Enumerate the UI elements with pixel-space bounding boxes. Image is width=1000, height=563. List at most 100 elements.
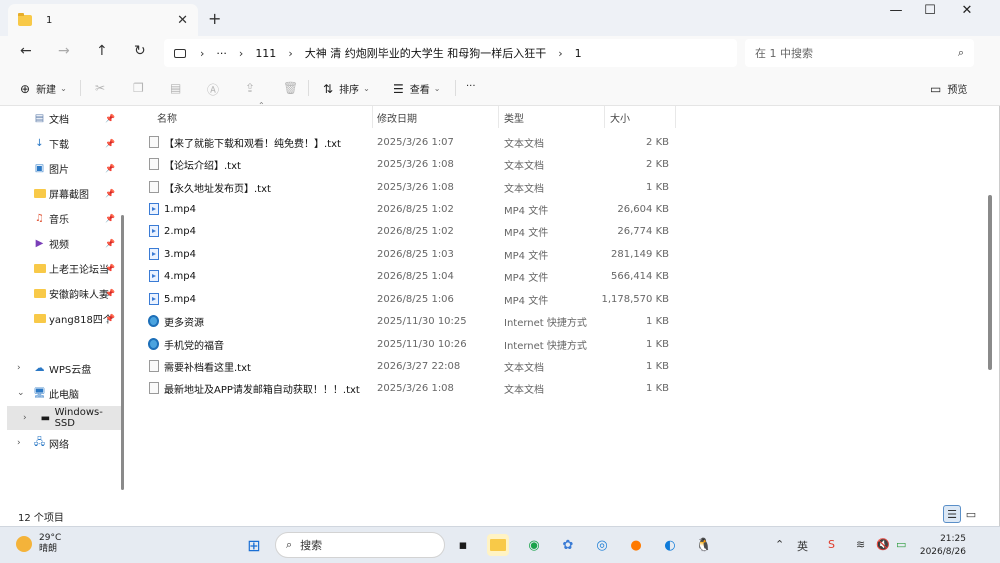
file-row[interactable]: 【来了就能下载和观看！纯免费！】.txt 2025/3/26 1:07 文本文档… xyxy=(131,131,691,153)
file-row[interactable]: 4.mp4 2026/8/25 1:04 MP4 文件 566,414 KB xyxy=(131,265,691,287)
file-row[interactable]: 3.mp4 2026/8/25 1:03 MP4 文件 281,149 KB xyxy=(131,243,691,265)
search-icon: ⌕ xyxy=(286,538,293,551)
ime-indicator-icon[interactable]: 英 xyxy=(797,538,808,554)
column-header-date[interactable]: 修改日期 xyxy=(373,106,499,128)
file-row[interactable]: 更多资源 2025/11/30 10:25 Internet 快捷方式 1 KB xyxy=(131,310,691,332)
trash-icon: 🗑 xyxy=(283,81,299,95)
breadcrumb-item[interactable]: 大神 清 约炮刚毕业的大学生 和母狗一样后入狂干 xyxy=(305,45,547,61)
sidebar-item-wps-cloud[interactable]: › ☁ WPS云盘 xyxy=(7,356,121,380)
paste-button[interactable]: ▤ xyxy=(170,81,187,95)
chevron-down-icon[interactable]: ⌄ xyxy=(17,388,25,398)
task-view-icon[interactable]: ▪ xyxy=(452,534,474,556)
file-explorer-icon[interactable] xyxy=(487,534,509,556)
sidebar-item-label: 此电脑 xyxy=(49,389,79,401)
sort-button[interactable]: ⇅ 排序 ⌄ xyxy=(323,81,370,97)
sidebar-item-folder[interactable]: 安徽韵味人妻 📌 xyxy=(7,281,121,305)
sidebar-item-music[interactable]: ♫ 音乐 📌 xyxy=(7,206,121,230)
wps-tray-icon[interactable]: S xyxy=(828,538,835,551)
share-button[interactable]: ⇪ xyxy=(245,81,261,95)
breadcrumb-item[interactable]: 1 xyxy=(575,47,582,60)
sidebar-item-this-pc[interactable]: ⌄ 🖥 此电脑 xyxy=(7,381,121,405)
new-button[interactable]: ⊕ 新建 ⌄ xyxy=(20,81,67,97)
clock[interactable]: 21:25 2026/8/26 xyxy=(920,533,966,559)
chevron-right-icon[interactable]: › xyxy=(17,438,21,448)
file-date: 2026/3/27 22:08 xyxy=(377,360,461,372)
file-date: 2026/8/25 1:06 xyxy=(377,293,454,305)
column-header-name[interactable]: ⌃ 名称 xyxy=(131,101,373,128)
refresh-icon[interactable]: ↻ xyxy=(134,43,146,59)
file-list-scrollbar[interactable] xyxy=(988,195,992,370)
file-row[interactable]: 2.mp4 2026/8/25 1:02 MP4 文件 26,774 KB xyxy=(131,220,691,242)
address-bar[interactable]: › ··· › 111 › 大神 清 约炮刚毕业的大学生 和母狗一样后入狂干 ›… xyxy=(164,39,737,67)
file-row[interactable]: 5.mp4 2026/8/25 1:06 MP4 文件 1,178,570 KB xyxy=(131,288,691,310)
qq-icon[interactable]: 🐧 xyxy=(693,534,715,556)
search-box[interactable]: 在 1 中搜索 ⌕ xyxy=(745,39,974,67)
preview-pane-button[interactable]: ▭ 预览 xyxy=(930,81,967,97)
view-button[interactable]: ☰ 查看 ⌄ xyxy=(393,81,440,97)
internet-shortcut-icon xyxy=(148,338,159,351)
chevron-right-icon[interactable]: › xyxy=(200,47,204,60)
column-header-size[interactable]: 大小 xyxy=(605,106,676,128)
start-windows-icon[interactable]: ⊞ xyxy=(243,534,265,556)
close-window-button[interactable]: ✕ xyxy=(949,3,985,18)
back-arrow-icon[interactable]: ← xyxy=(20,43,32,59)
sidebar-item-network[interactable]: › 🖧 网络 xyxy=(7,431,121,455)
close-tab-icon[interactable]: ✕ xyxy=(177,13,188,28)
file-row[interactable]: 需要补档看这里.txt 2026/3/27 22:08 文本文档 1 KB xyxy=(131,355,691,377)
wechat-icon[interactable]: ◉ xyxy=(523,534,545,556)
weather-widget[interactable]: 29°C 晴朗 xyxy=(16,533,61,555)
up-arrow-icon[interactable]: ↑ xyxy=(96,43,108,59)
file-row[interactable]: 最新地址及APP请发邮箱自动获取！！！.txt 2025/3/26 1:08 文… xyxy=(131,377,691,399)
file-row[interactable]: 1.mp4 2026/8/25 1:02 MP4 文件 26,604 KB xyxy=(131,198,691,220)
volume-muted-icon[interactable]: 🔇 xyxy=(876,538,890,551)
file-row[interactable]: 【论坛介绍】.txt 2025/3/26 1:08 文本文档 2 KB xyxy=(131,153,691,175)
media-player-icon[interactable]: ● xyxy=(625,534,647,556)
chevron-right-icon[interactable]: › xyxy=(239,47,243,60)
chevron-right-icon[interactable]: › xyxy=(23,413,27,423)
sidebar-item-label: 音乐 xyxy=(49,214,69,226)
chevron-right-icon[interactable]: › xyxy=(17,363,21,373)
sidebar-item-downloads[interactable]: ↓ 下载 📌 xyxy=(7,131,121,155)
tiles-view-icon[interactable]: ▭ xyxy=(962,505,980,523)
sidebar-item-screenshots[interactable]: 屏幕截图 📌 xyxy=(7,181,121,205)
tab-current[interactable]: 1 ✕ xyxy=(8,4,198,36)
sidebar-item-windows-ssd[interactable]: › ▬ Windows-SSD xyxy=(7,406,121,430)
sidebar-item-folder[interactable]: 上老王论坛当 📌 xyxy=(7,256,121,280)
chevron-up-icon[interactable]: ⌃ xyxy=(775,538,784,551)
maximize-button[interactable]: ☐ xyxy=(912,3,948,18)
file-row[interactable]: 手机党的福音 2025/11/30 10:26 Internet 快捷方式 1 … xyxy=(131,333,691,355)
cut-button[interactable]: ✂ xyxy=(95,81,111,95)
sidebar-item-folder[interactable]: yang818四个 📌 xyxy=(7,306,121,330)
taskbar-search[interactable]: ⌕ 搜索 xyxy=(275,532,445,558)
folder-icon xyxy=(33,287,46,299)
chevron-right-icon[interactable]: › xyxy=(558,47,562,60)
forward-arrow-icon[interactable]: → xyxy=(58,43,70,59)
edge-icon[interactable]: ◐ xyxy=(659,534,681,556)
rename-button[interactable]: Ⓐ xyxy=(207,81,225,98)
file-row[interactable]: 【永久地址发布页】.txt 2025/3/26 1:08 文本文档 1 KB xyxy=(131,176,691,198)
app-icon[interactable]: ✿ xyxy=(557,534,579,556)
folder-icon xyxy=(33,312,46,324)
chevron-right-icon[interactable]: › xyxy=(288,47,292,60)
battery-icon[interactable]: ▭ xyxy=(896,538,906,551)
sort-label: 排序 xyxy=(339,85,360,96)
browser-icon[interactable]: ◎ xyxy=(591,534,613,556)
copy-button[interactable]: ❐ xyxy=(133,81,150,95)
details-view-icon[interactable]: ☰ xyxy=(943,505,961,523)
delete-button[interactable]: 🗑 xyxy=(283,81,304,95)
more-options-button[interactable]: ··· xyxy=(466,81,476,92)
file-name: 手机党的福音 xyxy=(164,340,224,352)
new-tab-button[interactable]: + xyxy=(208,9,221,28)
column-header-type[interactable]: 类型 xyxy=(499,106,605,128)
sidebar-item-documents[interactable]: ▤ 文档 📌 xyxy=(7,106,121,130)
breadcrumb-item[interactable]: 111 xyxy=(255,47,276,60)
sidebar-item-label: yang818四个 xyxy=(49,314,113,326)
sidebar-item-videos[interactable]: ▶ 视频 📌 xyxy=(7,231,121,255)
sidebar-scrollbar[interactable] xyxy=(121,215,124,490)
folder-icon xyxy=(33,187,46,199)
sidebar-item-pictures[interactable]: ▣ 图片 📌 xyxy=(7,156,121,180)
file-name: 【论坛介绍】.txt xyxy=(164,160,241,172)
wifi-icon[interactable]: ≋ xyxy=(856,538,865,551)
breadcrumb-overflow[interactable]: ··· xyxy=(216,47,227,60)
minimize-button[interactable]: — xyxy=(878,3,914,18)
